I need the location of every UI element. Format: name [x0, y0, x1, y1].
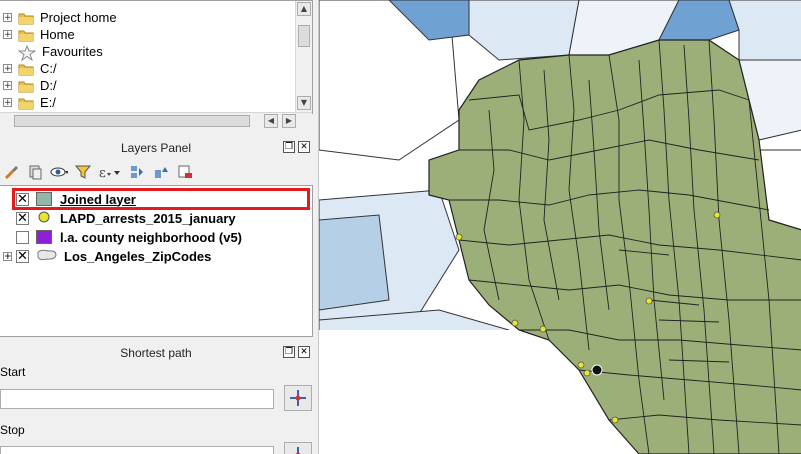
folder-icon [18, 28, 34, 42]
folder-icon [18, 62, 34, 76]
remove-layer-icon[interactable] [176, 163, 194, 181]
stop-label: Stop [0, 423, 25, 437]
folder-icon [18, 96, 34, 110]
arrest-point [577, 361, 585, 369]
expression-filter-icon[interactable]: ε [98, 163, 122, 181]
polygon-symbol-icon [36, 248, 58, 265]
zipcode-polygon [319, 214, 390, 311]
float-panel-icon[interactable]: ❐ [283, 346, 295, 358]
expand-icon[interactable]: + [3, 251, 12, 261]
star-icon [18, 44, 36, 61]
scroll-right-icon[interactable]: ▶ [282, 114, 296, 128]
expand-icon[interactable]: + [3, 30, 12, 40]
browser-item-label: E:/ [40, 95, 56, 110]
layers-tree: +✕Joined layer+✕LAPD_arrests_2015_januar… [0, 185, 313, 337]
layer-row[interactable]: + ✕ Los_Angeles_ZipCodes [0, 247, 211, 265]
browser-item[interactable]: + Home [0, 26, 75, 43]
arrest-point [539, 325, 547, 333]
expand-icon[interactable]: + [3, 81, 12, 91]
layers-panel-title: Layers Panel [120, 141, 192, 155]
browser-item[interactable]: + E:/ [0, 94, 56, 111]
arrest-point [455, 233, 463, 241]
layers-panel-dock-buttons: ❐ ✕ [283, 141, 310, 153]
folder-icon [18, 79, 34, 93]
capture-stop-point-button[interactable] [284, 442, 312, 454]
expand-icon[interactable]: + [3, 64, 12, 74]
arrest-cluster-point [591, 364, 603, 376]
capture-start-point-button[interactable] [284, 385, 312, 411]
left-dock: + Project home + Home Favourites + C:/ + D:/ + E:/… [0, 0, 318, 454]
start-point-input[interactable] [0, 389, 274, 409]
float-panel-icon[interactable]: ❐ [283, 141, 295, 153]
paint-brush-icon[interactable] [2, 163, 20, 181]
map-canvas[interactable] [318, 0, 801, 454]
shortest-path-title: Shortest path [120, 346, 192, 360]
scroll-up-icon[interactable]: ▲ [297, 2, 311, 16]
point-symbol-icon [36, 210, 52, 227]
polygon-symbol-icon [36, 230, 52, 244]
scroll-thumb[interactable] [298, 25, 310, 47]
stop-point-input[interactable] [0, 446, 274, 454]
folder-icon [18, 11, 34, 25]
crosshair-icon [290, 447, 306, 454]
layer-name: l.a. county neighborhood (v5) [60, 229, 242, 245]
browser-item[interactable]: + Project home [0, 9, 117, 26]
layer-visibility-checkbox[interactable]: ✕ [16, 192, 29, 206]
close-panel-icon[interactable]: ✕ [298, 141, 310, 153]
expand-all-icon[interactable] [128, 163, 146, 181]
browser-item[interactable]: Favourites [0, 43, 103, 61]
layer-visibility-checkbox[interactable]: ✕ [16, 249, 29, 263]
layer-row[interactable]: +✕Joined layer [0, 190, 136, 208]
browser-item-label: C:/ [40, 61, 57, 76]
browser-item-label: Home [40, 27, 75, 42]
browser-horizontal-scrollbar[interactable]: ◀ ▶ [0, 112, 312, 129]
eye-icon[interactable] [50, 163, 68, 181]
expand-icon[interactable]: + [3, 13, 12, 23]
layers-toolbar: ε [0, 160, 314, 184]
arrest-point [645, 297, 653, 305]
collapse-all-icon[interactable] [152, 163, 170, 181]
scroll-down-icon[interactable]: ▼ [297, 96, 311, 110]
browser-item[interactable]: + C:/ [0, 60, 57, 77]
start-label: Start [0, 365, 26, 379]
crosshair-icon [290, 390, 306, 406]
expand-icon[interactable]: + [3, 98, 12, 108]
browser-item[interactable]: + D:/ [0, 77, 57, 94]
layer-name: Los_Angeles_ZipCodes [64, 248, 212, 264]
layer-visibility-checkbox[interactable]: ✕ [16, 211, 29, 225]
layer-visibility-checkbox[interactable] [16, 230, 29, 244]
polygon-symbol-icon [36, 192, 52, 206]
zipcode-polygon [468, 0, 580, 61]
layer-name: LAPD_arrests_2015_january [60, 210, 236, 226]
svg-text:ε: ε [99, 166, 106, 180]
layer-row[interactable]: +✕LAPD_arrests_2015_january [0, 209, 236, 227]
arrest-point [511, 319, 519, 327]
browser-item-label: Favourites [42, 44, 103, 59]
add-group-icon[interactable] [26, 163, 44, 181]
arrest-point [583, 369, 591, 377]
filter-icon[interactable] [74, 163, 92, 181]
scroll-thumb[interactable] [14, 115, 250, 127]
browser-vertical-scrollbar[interactable]: ▲ ▼ [295, 1, 312, 113]
browser-panel: + Project home + Home Favourites + C:/ + D:/ + E:/… [0, 0, 313, 114]
browser-item-label: Project home [40, 10, 117, 25]
zipcode-polygon [728, 0, 801, 61]
browser-item-label: D:/ [40, 78, 57, 93]
map-rendering [319, 0, 801, 454]
arrest-point [713, 211, 721, 219]
layer-name: Joined layer [60, 191, 136, 207]
arrest-point [611, 416, 619, 424]
scroll-left-icon[interactable]: ◀ [264, 114, 278, 128]
close-panel-icon[interactable]: ✕ [298, 346, 310, 358]
shortest-path-dock-buttons: ❐ ✕ [283, 346, 310, 358]
layer-row[interactable]: +l.a. county neighborhood (v5) [0, 228, 242, 246]
